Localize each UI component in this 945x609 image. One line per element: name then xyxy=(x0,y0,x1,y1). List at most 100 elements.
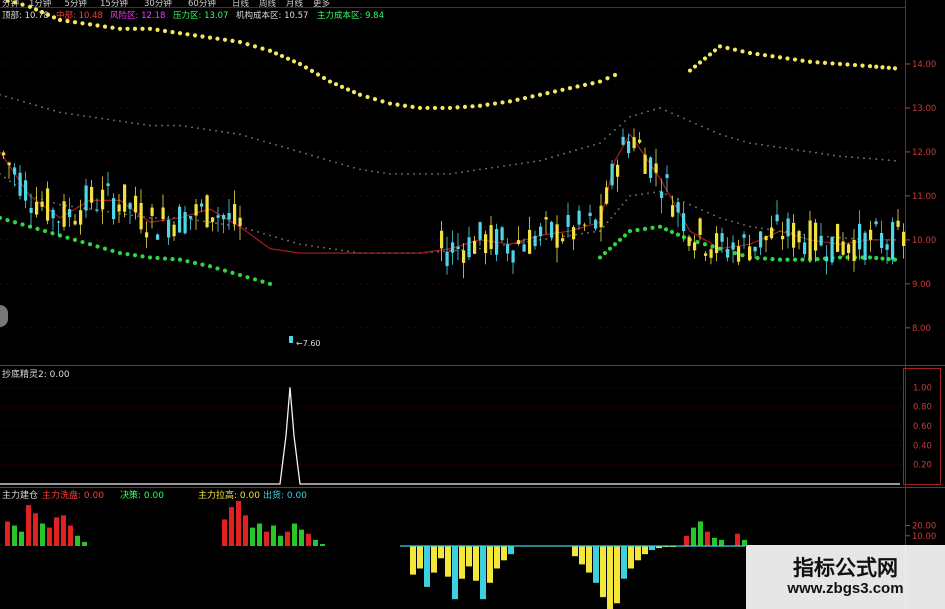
price-dot xyxy=(269,234,271,237)
price-dot xyxy=(867,64,873,69)
price-dot xyxy=(503,244,505,247)
price-dot xyxy=(593,143,595,146)
price-dot xyxy=(815,60,820,65)
price-tick-label: 12.00 xyxy=(912,148,936,158)
price-dot xyxy=(479,168,481,171)
price-dot xyxy=(477,103,483,108)
price-dot xyxy=(657,224,663,229)
candle-body xyxy=(29,207,33,213)
price-dot xyxy=(839,236,841,239)
price-dot xyxy=(185,125,187,128)
price-dot xyxy=(575,233,577,236)
price-dot xyxy=(619,124,621,127)
price-dot xyxy=(329,159,331,162)
price-dot xyxy=(767,228,769,231)
price-dot xyxy=(102,24,108,29)
volume-bar xyxy=(243,515,248,546)
volume-bar xyxy=(229,507,234,546)
price-axis: 14.00 13.00 12.00 11.00 10.00 9.00 8.00 xyxy=(905,60,936,334)
price-dot xyxy=(197,219,199,222)
price-dot xyxy=(245,42,250,47)
volume-bar xyxy=(306,533,311,546)
price-dot xyxy=(717,246,723,251)
price-dot xyxy=(852,62,858,68)
volume-bar xyxy=(473,546,479,581)
price-dot xyxy=(707,211,709,214)
price-dot xyxy=(602,250,608,256)
price-tick-label: 10.00 xyxy=(912,236,936,246)
price-dot xyxy=(65,112,67,115)
price-dot xyxy=(161,124,163,127)
candle-body xyxy=(216,215,220,218)
price-dot xyxy=(560,87,565,92)
price-dot xyxy=(162,28,168,34)
low-price-label: ←7.60 xyxy=(296,339,321,348)
price-dot xyxy=(230,270,235,275)
price-dot xyxy=(200,262,205,267)
price-dot xyxy=(689,203,691,206)
price-dot xyxy=(874,64,879,69)
price-dot xyxy=(773,145,775,148)
price-dot xyxy=(563,152,565,155)
price-dot xyxy=(413,173,415,175)
price-dot xyxy=(305,244,307,247)
volume-bar xyxy=(54,517,59,546)
candle-body xyxy=(847,244,851,253)
price-dot xyxy=(461,171,463,174)
price-dot xyxy=(629,194,631,197)
price-dot xyxy=(521,162,523,165)
price-dot xyxy=(192,260,198,266)
price-dot xyxy=(0,93,1,96)
candle-body xyxy=(676,202,680,213)
volume-bar xyxy=(649,546,655,551)
price-dot xyxy=(80,239,85,245)
candle-body xyxy=(610,163,614,186)
price-dot xyxy=(87,22,93,27)
price-dot xyxy=(437,250,439,253)
price-dot xyxy=(245,227,247,230)
candle-body xyxy=(731,242,735,250)
price-dot xyxy=(299,151,301,153)
price-dot xyxy=(612,242,618,247)
price-dot xyxy=(845,155,847,158)
price-dot xyxy=(72,20,78,25)
indicator-item: 机构成本区: 10.57 xyxy=(236,10,308,21)
price-dot xyxy=(237,39,243,45)
price-dot xyxy=(132,26,138,31)
price-dot xyxy=(785,147,787,150)
candle-body xyxy=(13,167,17,175)
price-dot xyxy=(614,212,616,215)
volume-bars xyxy=(5,501,747,609)
price-dot xyxy=(140,26,145,31)
volume-bar xyxy=(61,515,66,546)
volume-bar xyxy=(5,521,10,546)
volume-bar xyxy=(424,546,430,587)
price-dot xyxy=(659,107,661,109)
price-dot xyxy=(285,56,291,61)
price-dot xyxy=(440,105,445,111)
bottom-axis: 20.0010.00 xyxy=(905,522,936,542)
price-dot xyxy=(567,86,573,91)
price-dot xyxy=(683,117,685,120)
price-dot xyxy=(755,255,760,261)
candle-body xyxy=(112,198,116,220)
price-dot xyxy=(401,173,403,175)
volume-bar xyxy=(292,523,297,546)
price-dot xyxy=(880,65,885,70)
price-dot xyxy=(257,138,259,141)
candle-body xyxy=(682,213,686,232)
candle-body xyxy=(150,207,154,216)
price-dot xyxy=(170,29,175,35)
volume-bar xyxy=(508,546,514,555)
bottom-legend-item: 主力拉高: 0.00 xyxy=(198,489,260,501)
candle-body xyxy=(649,157,653,179)
price-dot xyxy=(731,220,733,223)
price-dot xyxy=(12,220,18,225)
volume-bar xyxy=(459,546,465,579)
price-dot xyxy=(687,68,693,73)
price-dot xyxy=(309,68,315,74)
price-dot xyxy=(279,53,285,59)
price-dot xyxy=(731,136,733,139)
price-dot xyxy=(200,34,205,39)
candle-body xyxy=(506,244,510,254)
